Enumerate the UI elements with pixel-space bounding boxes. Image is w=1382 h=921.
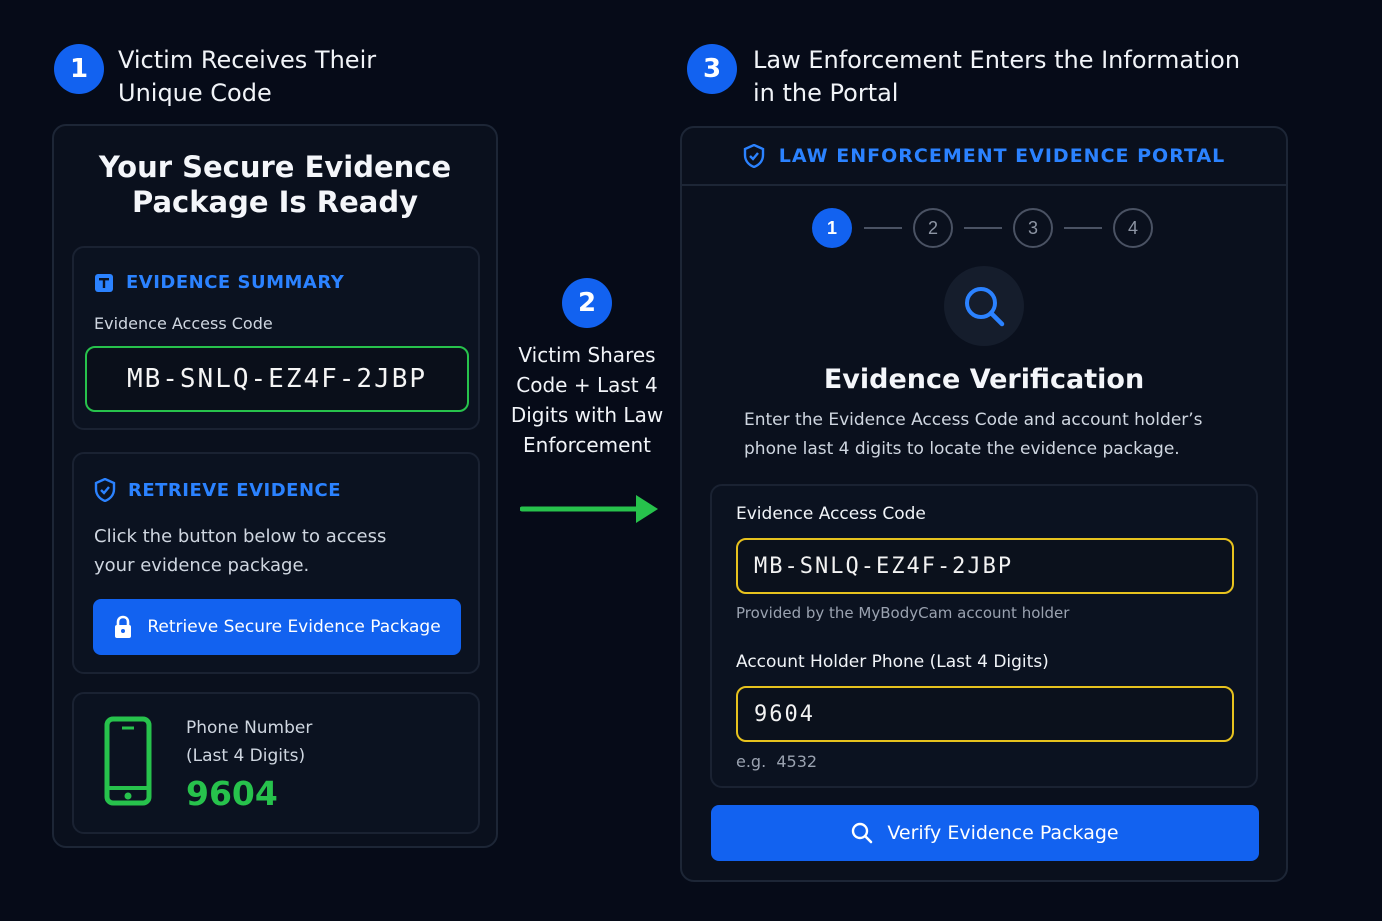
search-icon-badge	[944, 266, 1024, 346]
portal-card: LAW ENFORCEMENT EVIDENCE PORTAL 1 2 3 4 …	[680, 126, 1288, 882]
step-1-title: Victim Receives Their Unique Code	[118, 44, 376, 110]
portal-desc-line1: Enter the Evidence Access Code and accou…	[744, 410, 1203, 430]
retrieve-evidence-panel: RETRIEVE EVIDENCE Click the button below…	[72, 452, 480, 674]
search-icon	[965, 287, 1005, 327]
retrieve-button-label: Retrieve Secure Evidence Package	[147, 617, 441, 637]
step-1-title-line2: Unique Code	[118, 79, 272, 107]
phone-digits: 9604	[186, 774, 278, 813]
phone-digits-input[interactable]: 9604	[736, 686, 1234, 742]
victim-card-title: Your Secure Evidence Package Is Ready	[54, 150, 496, 220]
verify-button-label: Verify Evidence Package	[887, 822, 1119, 844]
step-3-title-line2: in the Portal	[753, 79, 899, 107]
evidence-summary-panel: EVIDENCE SUMMARY Evidence Access Code MB…	[72, 246, 480, 430]
document-icon	[95, 273, 113, 292]
verify-evidence-button[interactable]: Verify Evidence Package	[711, 805, 1259, 861]
step-3-badge: 3	[687, 44, 737, 94]
stepper-step-3[interactable]: 3	[1013, 208, 1053, 248]
access-code-input[interactable]: MB-SNLQ-EZ4F-2JBP	[736, 538, 1234, 594]
evidence-summary-heading: EVIDENCE SUMMARY	[94, 272, 344, 293]
phone-label-line1: Phone Number	[186, 718, 313, 738]
retrieve-text-line2: your evidence package.	[94, 555, 310, 576]
portal-desc-line2: phone last 4 digits to locate the eviden…	[744, 439, 1180, 459]
stepper-step-2[interactable]: 2	[913, 208, 953, 248]
victim-card-title-line1: Your Secure Evidence	[98, 150, 452, 184]
shield-icon	[94, 478, 116, 502]
portal-header: LAW ENFORCEMENT EVIDENCE PORTAL	[682, 128, 1286, 186]
phone-label: Phone Number (Last 4 Digits)	[186, 714, 312, 770]
portal-stepper: 1 2 3 4	[812, 208, 1156, 248]
step-2-line4: Enforcement	[523, 433, 651, 457]
phone-label-line2: (Last 4 Digits)	[186, 746, 306, 766]
step-2-line2: Code + Last 4	[516, 373, 658, 397]
phone-field-label: Account Holder Phone (Last 4 Digits)	[736, 652, 1049, 672]
evidence-code-label: Evidence Access Code	[94, 314, 273, 333]
step-3-title-line1: Law Enforcement Enters the Information	[753, 46, 1241, 74]
retrieve-evidence-heading-text: RETRIEVE EVIDENCE	[128, 479, 342, 501]
step-3-title: Law Enforcement Enters the Information i…	[753, 44, 1240, 110]
victim-card-title-line2: Package Is Ready	[132, 185, 418, 219]
stepper-connector	[1064, 227, 1102, 229]
code-field-hint: Provided by the MyBodyCam account holder	[736, 604, 1070, 622]
phone-icon	[104, 716, 152, 806]
stepper-connector	[964, 227, 1002, 229]
retrieve-evidence-text: Click the button below to access your ev…	[94, 522, 386, 580]
step-2-text: Victim Shares Code + Last 4 Digits with …	[502, 340, 672, 460]
stepper-step-4[interactable]: 4	[1113, 208, 1153, 248]
shield-check-icon	[743, 144, 764, 168]
evidence-summary-heading-text: EVIDENCE SUMMARY	[126, 272, 345, 293]
retrieve-evidence-heading: RETRIEVE EVIDENCE	[94, 478, 341, 502]
stepper-step-1[interactable]: 1	[812, 208, 852, 248]
portal-description: Enter the Evidence Access Code and accou…	[744, 406, 1203, 464]
search-icon	[852, 822, 873, 844]
portal-title: Evidence Verification	[823, 364, 1145, 395]
lock-icon	[115, 615, 132, 638]
stepper-connector	[864, 227, 902, 229]
retrieve-text-line1: Click the button below to access	[94, 526, 387, 547]
phone-panel: Phone Number (Last 4 Digits) 9604	[72, 692, 480, 834]
arrow-right-icon	[520, 495, 658, 523]
step-2-line3: Digits with Law	[510, 403, 664, 427]
step-1-badge: 1	[54, 44, 104, 94]
phone-field-hint: e.g. 4532	[736, 752, 818, 771]
portal-header-text: LAW ENFORCEMENT EVIDENCE PORTAL	[778, 145, 1226, 167]
verification-form: Evidence Access Code MB-SNLQ-EZ4F-2JBP P…	[710, 484, 1258, 788]
step-1-title-line1: Victim Receives Their	[118, 46, 377, 74]
retrieve-evidence-button[interactable]: Retrieve Secure Evidence Package	[93, 599, 461, 655]
step-2-badge: 2	[562, 278, 612, 328]
evidence-code-box[interactable]: MB-SNLQ-EZ4F-2JBP	[85, 346, 469, 412]
evidence-code-value: MB-SNLQ-EZ4F-2JBP	[126, 364, 428, 394]
step-2-line1: Victim Shares	[518, 343, 656, 367]
code-field-label: Evidence Access Code	[736, 504, 926, 524]
victim-card: Your Secure Evidence Package Is Ready EV…	[52, 124, 498, 848]
